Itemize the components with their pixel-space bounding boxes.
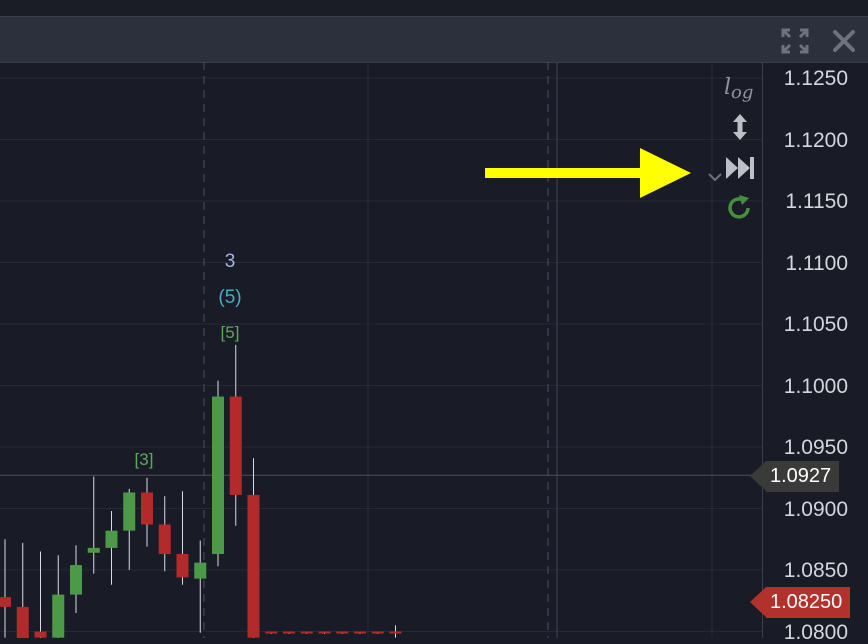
price-axis-label: 1.0900 [783, 497, 848, 521]
yellow-pointer-arrow-icon [485, 148, 691, 198]
candle-body-down [336, 631, 349, 634]
candle-body-down [158, 524, 171, 555]
expand-button[interactable] [780, 27, 810, 55]
annotation-arrow [485, 148, 691, 200]
candle-body-down [354, 631, 366, 634]
chevron-down-icon [708, 173, 722, 182]
vertical-resize-arrows-icon [733, 114, 747, 140]
candle-body-up [123, 492, 136, 531]
price-axis-label: 1.1100 [785, 251, 848, 275]
candle-body-down [34, 631, 47, 638]
candle-body-up [70, 565, 82, 595]
candle-body-down [176, 554, 189, 578]
refresh-button[interactable] [725, 193, 755, 223]
auto-scale-button[interactable] [728, 112, 752, 142]
candle-body-down [371, 631, 384, 634]
candle-body-down [300, 631, 313, 634]
candle-body-down [141, 492, 153, 525]
top-strip [0, 0, 868, 17]
price-axis-label: 1.1200 [783, 128, 848, 152]
expand-arrows-icon [781, 28, 809, 54]
candle-body-down [229, 396, 242, 495]
price-axis-border [762, 62, 763, 638]
candle-body-down [16, 606, 29, 644]
candle-body-down [265, 631, 278, 634]
wave-label-minor-earlier: [3] [134, 450, 154, 469]
candle-body-down [247, 494, 260, 638]
close-button[interactable] [830, 27, 858, 55]
skip-to-end-icon [726, 157, 754, 179]
candle-body-down [318, 631, 331, 634]
candle-body-up [105, 530, 118, 548]
chart-header-bar [0, 17, 868, 63]
price-axis-label: 1.0950 [783, 436, 848, 459]
candle-body-up [87, 547, 100, 553]
candle-body-down [389, 631, 402, 634]
candle-body-down [0, 597, 11, 607]
candle-body-up [194, 562, 207, 579]
price-axis-label: 1.1150 [785, 190, 848, 213]
candle-body-up [212, 396, 224, 555]
candle-body-down [283, 631, 295, 634]
candle-body-up [52, 594, 65, 638]
last-price-tag: 1.08250 [749, 587, 851, 618]
refresh-icon [728, 195, 750, 219]
price-axis-label: 1.1250 [783, 67, 848, 90]
scroll-to-realtime-button[interactable] [724, 154, 756, 182]
close-icon [833, 30, 855, 52]
current-price-tag: 1.0927 [749, 461, 840, 492]
price-axis-label: 1.1050 [783, 313, 848, 336]
price-axis-label: 1.0850 [783, 559, 848, 582]
wave-label-minor: [5] [220, 323, 240, 342]
log-label: log [724, 75, 754, 103]
chevron-dropdown[interactable] [706, 168, 724, 184]
price-axis-label: 1.1000 [783, 374, 848, 398]
log-scale-toggle[interactable]: log [724, 75, 756, 103]
price-axis-label: 1.0800 [783, 620, 848, 644]
wave-label-primary: 3 [224, 251, 236, 272]
wave-label-intermediate: (5) [218, 287, 242, 308]
